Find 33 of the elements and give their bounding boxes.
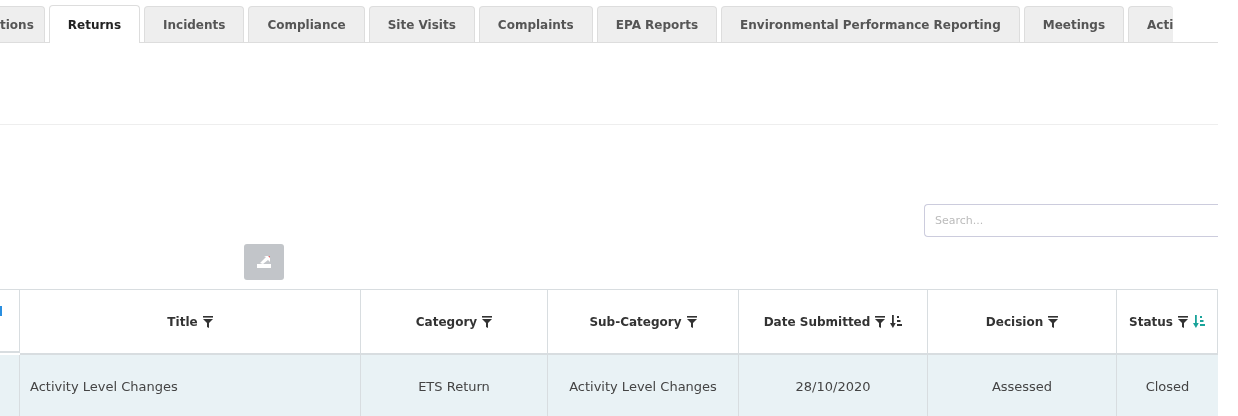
tab[interactable]: tions	[0, 6, 45, 42]
table-cell: Closed	[1117, 355, 1218, 416]
table-cell: ETS Return	[361, 355, 548, 416]
column-header[interactable]: Title	[167, 314, 198, 329]
table-cell: 28/10/2020	[739, 355, 928, 416]
tab[interactable]: Environmental Performance Reporting	[721, 6, 1020, 42]
table-cell	[0, 355, 20, 416]
table-cell: Activity Level Changes	[548, 355, 739, 416]
column-header[interactable]: Status	[1129, 314, 1173, 329]
tab[interactable]: Compliance	[248, 6, 365, 42]
tab[interactable]: Meetings	[1023, 6, 1125, 42]
tab[interactable]: Site Visits	[368, 6, 475, 42]
filter-icon[interactable]	[875, 315, 886, 328]
tab[interactable]: Returns	[48, 5, 141, 43]
column-header[interactable]: Date Submitted	[763, 314, 871, 329]
tab[interactable]: EPA Reports	[596, 6, 718, 42]
tab[interactable]: Incidents	[144, 6, 245, 42]
table-cell: Activity Level Changes	[20, 355, 361, 416]
search-field[interactable]: Search...	[924, 204, 1218, 237]
tab[interactable]: Complaints	[478, 6, 593, 42]
sort-icon[interactable]	[890, 315, 903, 328]
filter-icon[interactable]	[202, 315, 213, 328]
filter-icon[interactable]	[482, 315, 493, 328]
tab[interactable]: Acti	[1128, 6, 1174, 42]
filter-icon[interactable]	[686, 315, 697, 328]
filter-icon[interactable]	[1177, 315, 1188, 328]
export-icon	[256, 255, 272, 269]
filter-icon[interactable]	[1048, 315, 1059, 328]
table-cell: Assessed	[928, 355, 1117, 416]
column-header[interactable]: Decision	[985, 314, 1044, 329]
column-header[interactable]: Category	[415, 314, 478, 329]
column-header[interactable]: Sub-Category	[589, 314, 682, 329]
checkbox-edge-icon[interactable]	[0, 306, 2, 316]
